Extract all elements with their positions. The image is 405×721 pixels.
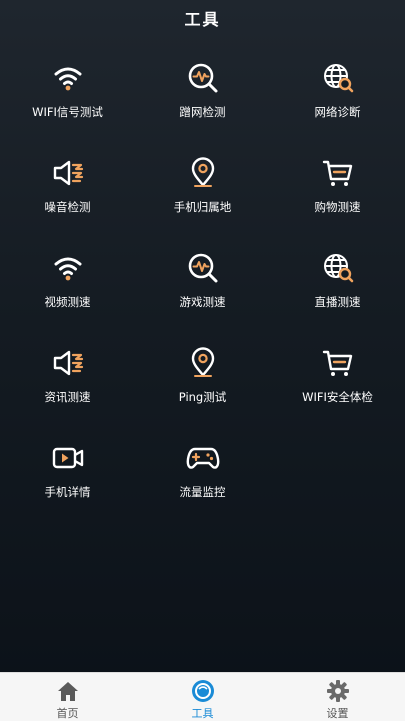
tool-label: WIFI信号测试 [32, 105, 103, 119]
wifi-icon [51, 251, 85, 285]
tool-label: 蹭网检测 [179, 105, 226, 119]
gamepad-icon [186, 441, 220, 475]
tool-label: 游戏测速 [179, 295, 226, 309]
tool-phone-location[interactable]: 手机归属地 [135, 150, 270, 245]
tab-label: 设置 [326, 707, 349, 720]
tool-phone-details[interactable]: 手机详情 [0, 435, 135, 530]
tool-label: 噪音检测 [44, 200, 91, 214]
location-pin-icon [186, 346, 220, 380]
tab-tools[interactable]: 工具 [135, 673, 270, 721]
tool-shopping-speed[interactable]: 购物测速 [270, 150, 405, 245]
tool-wifi-security-check[interactable]: WIFI安全体检 [270, 340, 405, 435]
tool-label: 流量监控 [179, 485, 226, 499]
globe-search-icon [321, 61, 355, 95]
tool-label: 资讯测速 [44, 390, 91, 404]
tool-noise-detection[interactable]: 噪音检测 [0, 150, 135, 245]
tool-network-diagnosis[interactable]: 网络诊断 [270, 55, 405, 150]
tool-news-speed[interactable]: 资讯测速 [0, 340, 135, 435]
tools-icon [190, 678, 216, 704]
tool-label: 网络诊断 [314, 105, 361, 119]
tool-game-speed[interactable]: 游戏测速 [135, 245, 270, 340]
speaker-noise-icon [51, 346, 85, 380]
tool-label: WIFI安全体检 [302, 390, 373, 404]
speaker-noise-icon [51, 156, 85, 190]
bottom-tab-bar: 首页 工具 设置 [0, 672, 405, 721]
header-bar: 工具 [0, 0, 405, 36]
tab-home[interactable]: 首页 [0, 673, 135, 721]
tool-live-speed[interactable]: 直播测速 [270, 245, 405, 340]
tab-label: 首页 [56, 707, 79, 720]
video-camera-icon [51, 441, 85, 475]
globe-search-icon [321, 251, 355, 285]
page-title: 工具 [184, 10, 221, 29]
shopping-cart-icon [321, 346, 355, 380]
search-pulse-icon [186, 61, 220, 95]
tool-ping-test[interactable]: Ping测试 [135, 340, 270, 435]
tool-wifi-signal-test[interactable]: WIFI信号测试 [0, 55, 135, 150]
search-pulse-icon [186, 251, 220, 285]
tool-label: Ping测试 [178, 390, 227, 404]
tool-video-speed[interactable]: 视频测速 [0, 245, 135, 340]
tools-grid: WIFI信号测试 蹭网检测 网络诊断 噪音检测 手机归属地 购物测速 视频测速 … [0, 55, 405, 530]
shopping-cart-icon [321, 156, 355, 190]
home-icon [55, 678, 81, 704]
wifi-icon [51, 61, 85, 95]
tool-traffic-monitor[interactable]: 流量监控 [135, 435, 270, 530]
tool-label: 手机详情 [44, 485, 91, 499]
tool-label: 手机归属地 [173, 200, 232, 214]
gear-icon [325, 678, 351, 704]
tool-label: 视频测速 [44, 295, 91, 309]
tab-settings[interactable]: 设置 [270, 673, 405, 721]
tool-freeloader-detection[interactable]: 蹭网检测 [135, 55, 270, 150]
location-pin-icon [186, 156, 220, 190]
tab-label: 工具 [191, 707, 214, 720]
tool-label: 直播测速 [314, 295, 361, 309]
tool-label: 购物测速 [314, 200, 361, 214]
